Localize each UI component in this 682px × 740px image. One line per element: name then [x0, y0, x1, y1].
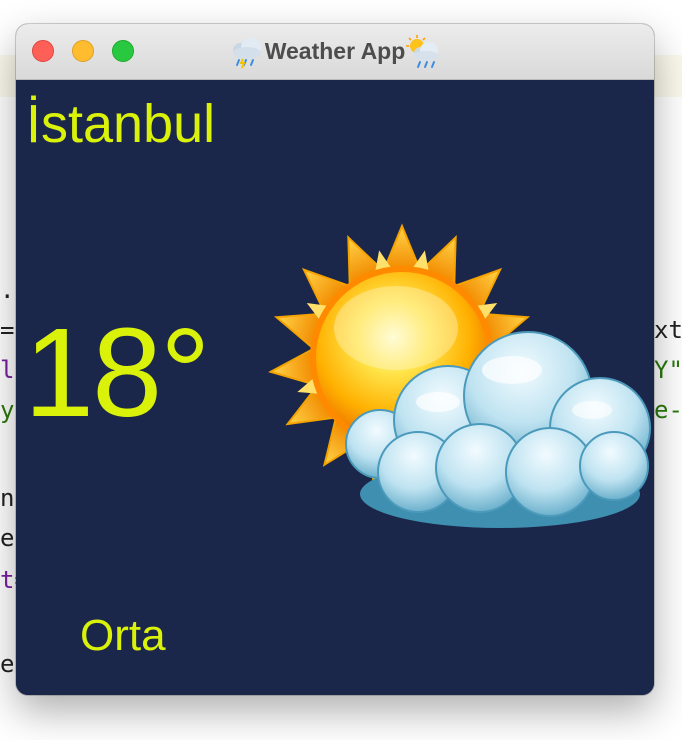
title-bar[interactable]: Weather App: [16, 24, 654, 80]
code-fragment: Y": [654, 356, 682, 384]
weather-app-window: Weather App İstanbul 18° Orta: [16, 24, 654, 695]
window-title: Weather App: [264, 38, 406, 64]
window-title-group: Weather App: [16, 24, 654, 79]
code-fragment: xt: [654, 316, 682, 344]
rain-cloud-icon: [232, 37, 261, 68]
weather-panel: İstanbul 18° Orta: [16, 80, 654, 695]
code-fragment: e-: [654, 396, 682, 424]
code-fragment: .: [0, 276, 15, 304]
sun-behind-rain-cloud-icon: [406, 34, 440, 68]
sun-behind-cloud-icon: [268, 223, 651, 528]
city-label: İstanbul: [26, 94, 216, 154]
condition-label: Orta: [80, 611, 166, 660]
temperature-label: 18°: [24, 302, 211, 443]
